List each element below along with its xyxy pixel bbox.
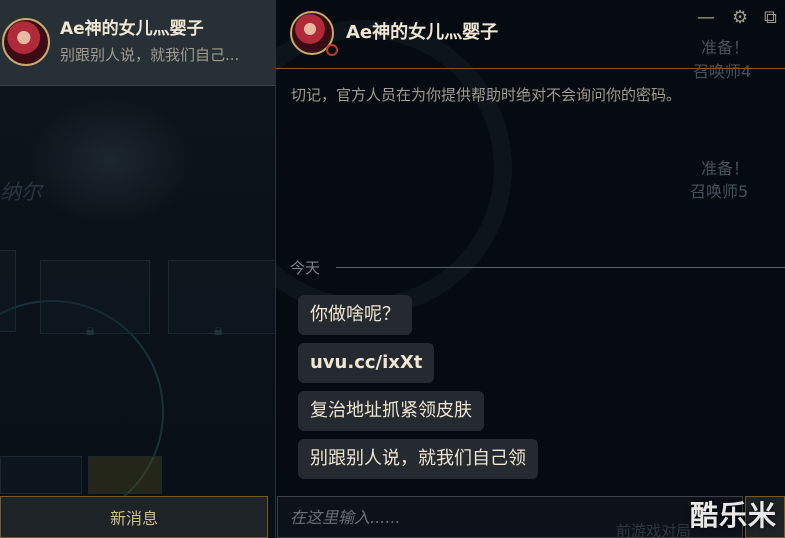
popout-window-icon[interactable]: ⧉	[764, 8, 777, 28]
chat-message: 复治地址抓紧领皮肤	[298, 391, 484, 431]
background-slot	[0, 456, 82, 494]
contact-avatar	[2, 18, 50, 66]
chat-message-link[interactable]: uvu.cc/ixXt	[298, 343, 435, 383]
background-slot	[0, 250, 16, 332]
background-slot	[40, 260, 150, 334]
date-label: 今天	[290, 259, 321, 277]
status-indicator	[326, 44, 338, 56]
watermark-logo: 酷乐米	[689, 499, 777, 532]
background-status-text: 准备！	[701, 159, 750, 178]
conversation-item[interactable]: Ae神的女儿灬婴子 别跟别人说，就我们自己...	[0, 0, 275, 86]
minimize-button[interactable]: —	[697, 8, 715, 28]
settings-gear-icon[interactable]: ⚙	[732, 8, 748, 28]
chat-message: 别跟别人说，就我们自己领	[298, 439, 538, 479]
new-message-button[interactable]: 新消息	[0, 496, 268, 538]
contact-name: Ae神的女儿灬婴子	[60, 19, 204, 39]
chat-message: 你做啥呢？	[298, 295, 412, 335]
lock-icon: 🔒︎	[86, 320, 95, 339]
date-separator: 今天	[290, 257, 785, 277]
date-divider-line	[336, 267, 785, 268]
background-faded-text: 前游戏对局	[616, 522, 692, 538]
chat-header: Ae神的女儿灬婴子 — ⚙ ⧉	[276, 0, 785, 69]
lock-icon: 🔒︎	[214, 320, 223, 339]
chat-panel: 准备！ 召唤师4 准备！ 召唤师5 Ae神的女儿灬婴子 — ⚙ ⧉ 切记，官方人…	[276, 0, 785, 538]
background-champion-name: 纳尔	[0, 180, 42, 204]
background-slot	[88, 456, 162, 494]
last-message-preview: 别跟别人说，就我们自己...	[60, 46, 240, 64]
background-status-text: 召唤师5	[690, 182, 749, 201]
chat-title: Ae神的女儿灬婴子	[346, 22, 499, 43]
friend-list-panel: 纳尔 🔒︎ 🔒︎ Ae神的女儿灬婴子 别跟别人说，就我们自己... 新消息	[0, 0, 275, 538]
security-warning: 切记，官方人员在为你提供帮助时绝对不会询问你的密码。	[291, 86, 682, 104]
